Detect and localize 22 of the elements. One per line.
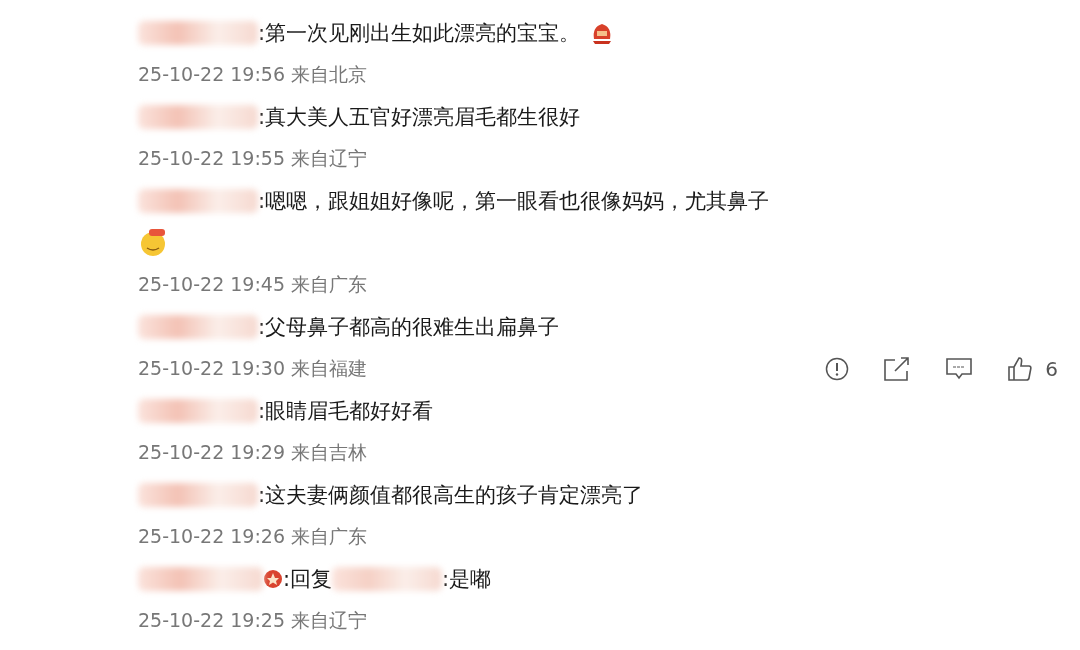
thumbs-up-icon[interactable]: [1007, 356, 1034, 382]
like-count: 6: [1045, 357, 1058, 381]
comment-text: :这夫妻俩颜值都很高生的孩子肯定漂亮了: [258, 482, 644, 509]
comment-text: :第一次见刚出生如此漂亮的宝宝。: [258, 20, 581, 47]
comment-text: :眼睛眉毛都好好看: [258, 398, 434, 425]
comment-meta: 25-10-22 19:55 来自辽宁: [138, 146, 368, 171]
badge-icon: [263, 569, 283, 589]
comment-text: :父母鼻子都高的很难生出扁鼻子: [258, 314, 560, 341]
reply-label: :回复: [283, 566, 333, 593]
report-icon[interactable]: [825, 357, 850, 381]
comment-meta: 25-10-22 19:30 来自福建: [138, 356, 368, 381]
comment-meta: 25-10-22 19:45 来自广东: [138, 272, 368, 297]
comment-meta: 25-10-22 19:26 来自广东: [138, 524, 368, 549]
comment-text: :嗯嗯，跟姐姐好像呢，第一眼看也很像妈妈，尤其鼻子: [258, 188, 770, 215]
comment-meta: 25-10-22 19:29 来自吉林: [138, 440, 368, 465]
share-icon[interactable]: [883, 356, 912, 382]
smiley-emoji-icon: [138, 228, 168, 258]
comment-text: :是嘟: [442, 566, 492, 593]
comment-text: :真大美人五官好漂亮眉毛都生很好: [258, 104, 581, 131]
comment-meta: 25-10-22 19:56 来自北京: [138, 62, 368, 87]
comment-meta: 25-10-22 19:25 来自辽宁: [138, 608, 368, 633]
comment-icon[interactable]: [945, 357, 974, 381]
